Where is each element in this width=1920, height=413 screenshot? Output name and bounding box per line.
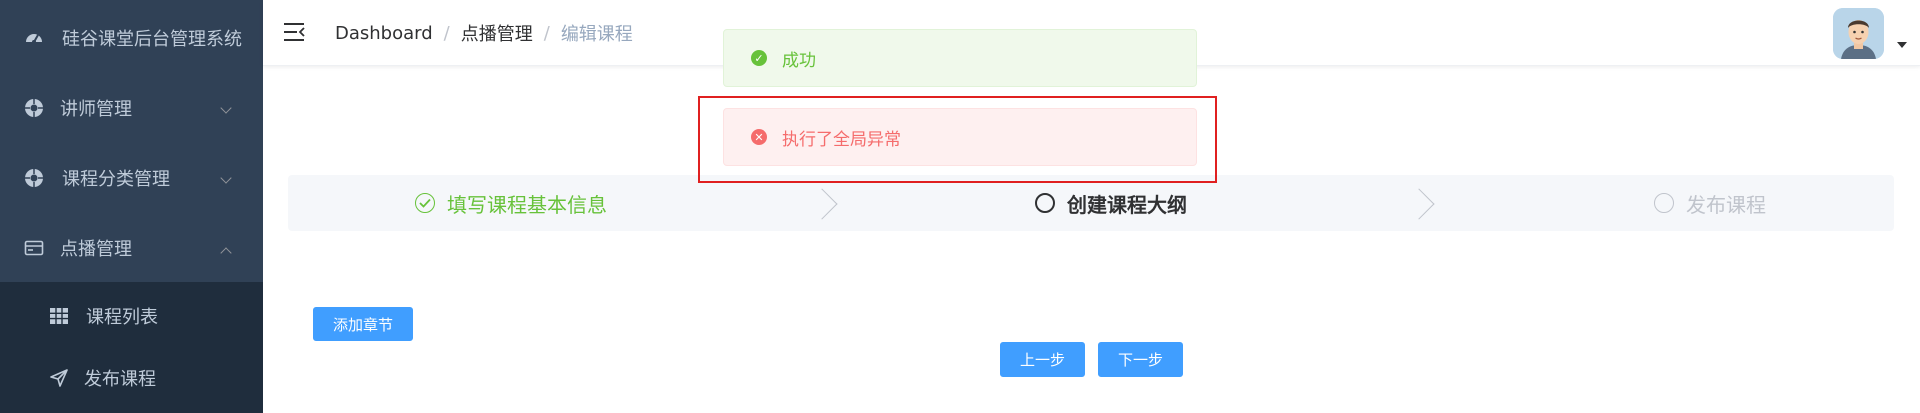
step-basic-info: 填写课程基本信息 [415, 175, 607, 231]
step-publish: 发布课程 [1654, 175, 1766, 231]
chevron-down-icon [220, 172, 232, 184]
breadcrumb-separator: / [443, 22, 450, 44]
step-label: 填写课程基本信息 [447, 192, 607, 217]
breadcrumb-current: 编辑课程 [560, 24, 633, 45]
chevron-down-icon [220, 102, 232, 114]
send-icon [49, 368, 69, 388]
sidebar-item-course-list[interactable]: 课程列表 [0, 285, 263, 347]
circle-icon [1654, 193, 1674, 213]
grid-icon [49, 306, 69, 326]
chevron-right-icon [1403, 188, 1435, 220]
add-chapter-button[interactable]: 添加章节 [313, 307, 413, 341]
next-step-button[interactable]: 下一步 [1098, 342, 1183, 377]
prev-step-button[interactable]: 上一步 [1000, 342, 1085, 377]
category-icon [24, 168, 44, 188]
chevron-up-icon [220, 247, 232, 259]
check-circle-icon: ✓ [751, 50, 767, 66]
sidebar-item-label: 发布课程 [84, 369, 156, 390]
success-message: ✓ 成功 [723, 29, 1197, 87]
sidebar-title: 硅谷课堂后台管理系统 [62, 29, 242, 50]
hamburger-icon[interactable] [283, 22, 305, 42]
sidebar-item-label: 点播管理 [60, 239, 132, 260]
submenu: 课程列表 发布课程 [0, 282, 263, 413]
sidebar-item-teacher[interactable]: 讲师管理 [0, 73, 263, 143]
sidebar-item-category[interactable]: 课程分类管理 [0, 143, 263, 213]
dashboard-icon [24, 28, 44, 48]
check-circle-icon [415, 193, 435, 213]
steps: 填写课程基本信息 创建课程大纲 发布课程 [288, 175, 1894, 231]
breadcrumb: Dashboard / 点播管理 / 编辑课程 [335, 20, 633, 46]
message-text: 成功 [782, 50, 816, 71]
breadcrumb-item[interactable]: Dashboard [335, 23, 433, 44]
sidebar: 硅谷课堂后台管理系统 讲师管理 课程分类管理 点播管理 课程列表 发布课程 [0, 0, 263, 413]
vod-icon [24, 238, 44, 258]
sidebar-item-publish[interactable]: 发布课程 [0, 347, 263, 409]
step-label: 创建课程大纲 [1067, 192, 1187, 217]
breadcrumb-separator: / [543, 22, 550, 44]
sidebar-logo[interactable]: 硅谷课堂后台管理系统 [0, 3, 263, 73]
avatar[interactable] [1833, 8, 1884, 59]
sidebar-item-label: 课程分类管理 [62, 169, 170, 190]
sidebar-item-label: 课程列表 [86, 307, 158, 328]
breadcrumb-item[interactable]: 点播管理 [461, 20, 533, 46]
step-label: 发布课程 [1686, 192, 1766, 217]
circle-icon [1035, 193, 1055, 213]
teacher-icon [24, 98, 44, 118]
caret-down-icon[interactable] [1897, 42, 1907, 48]
highlight-box [698, 96, 1217, 183]
chevron-right-icon [806, 188, 838, 220]
sidebar-item-vod[interactable]: 点播管理 [0, 213, 263, 283]
step-chapter: 创建课程大纲 [1035, 175, 1187, 231]
sidebar-item-label: 讲师管理 [60, 99, 132, 120]
